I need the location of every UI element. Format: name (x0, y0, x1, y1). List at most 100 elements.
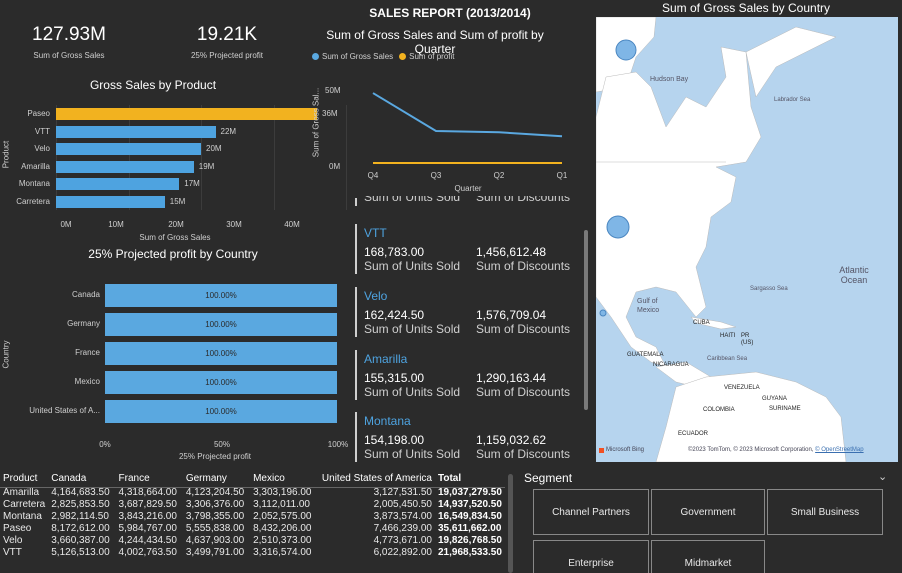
table-row: Velo 3,660,387.00 4,244,434.50 4,637,903.00… (0, 534, 505, 546)
x-tick-label: Q2 (494, 171, 505, 180)
projected-by-country-tick: 50% (213, 440, 230, 449)
map-attribution-bing: Microsoft Bing (599, 447, 644, 453)
map-visual[interactable] (596, 17, 898, 462)
bar-data-label: 22M (220, 126, 237, 136)
sales-matrix: Product Canada France Germany Mexico Uni… (0, 470, 505, 573)
segment-button-enterprise[interactable]: Enterprise (533, 540, 649, 573)
map-label: ECUADOR (678, 431, 709, 437)
bar-velo[interactable] (56, 143, 201, 155)
legend-label-profit: Sum of profit (409, 52, 455, 61)
matrix-cell: 2,825,853.50 (51, 498, 110, 510)
bar-category-label: Canada (71, 290, 100, 299)
map-label: COLOMBIA (703, 407, 735, 413)
matrix-cell: Paseo (3, 522, 32, 534)
card-units-value: 162,424.50 (364, 308, 425, 322)
gross-by-product-tick: 10M (108, 220, 124, 229)
map-label: Hudson Bay (650, 76, 689, 83)
quarter-chart-svg: Q4 Q3 Q2 Q1 (368, 92, 568, 180)
map-label: HAITI (720, 333, 736, 339)
map-label: CUBA (693, 320, 710, 326)
table-row: Carretera 2,825,853.50 3,687,829.50 3,306,3… (0, 498, 505, 510)
chevron-down-icon[interactable]: ⌄ (878, 470, 887, 483)
segment-title: Segment (524, 471, 573, 485)
bar-category-label: Germany (67, 319, 100, 328)
table-row: Paseo 8,172,612.00 5,984,767.00 5,555,838.0… (0, 522, 505, 534)
matrix-header-cell[interactable]: Canada (48, 470, 115, 486)
matrix-cell: VTT (3, 546, 22, 558)
segment-button-small-business[interactable]: Small Business (767, 489, 883, 535)
card-units: 154,198.00 Sum of Units Sold (364, 433, 474, 461)
gross-by-product-tick: 20M (168, 220, 184, 229)
matrix-cell: 4,002,763.50 (118, 546, 177, 558)
bar-category-label: Paseo (27, 109, 50, 118)
bar-vtt[interactable] (56, 125, 216, 138)
matrix-cell: Montana (3, 510, 42, 522)
map-label: SURINAME (769, 406, 801, 412)
map-label: PR (US) (741, 333, 754, 346)
bar-data-label: 100.00% (205, 291, 237, 300)
grid-line (56, 105, 57, 210)
bar-paseo[interactable] (56, 108, 317, 120)
matrix-header-cell[interactable]: France (116, 470, 183, 486)
projected-by-country-tick: 100% (327, 440, 349, 449)
cards-scrollbar[interactable] (584, 230, 588, 410)
card-accent (355, 224, 357, 274)
card-product-name: Amarilla (364, 352, 408, 366)
segment-button-midmarket[interactable]: Midmarket (651, 540, 765, 573)
card-discounts-label: Sum of Discounts (476, 385, 571, 399)
matrix-header-cell[interactable]: United States of America (317, 470, 435, 486)
matrix-cell: 2,052,575.00 (253, 510, 312, 522)
card-units-label: Sum of Units Sold (364, 447, 461, 461)
gross-by-product-chart: Paseo 36M VTT 22M Velo 20M Amarilla 19M Montana 1… (0, 105, 347, 215)
map-label: Caribbean Sea (707, 356, 748, 362)
bar-carretera[interactable] (56, 195, 165, 208)
map-footer-right: ©2023 TomTom, © 2023 Microsoft Corporati… (688, 447, 814, 453)
grid-line (128, 105, 130, 210)
map-label: Gulf of Mexico (637, 298, 660, 314)
bar-data-label: 100.00% (205, 320, 237, 329)
matrix-cell: 3,687,829.50 (118, 498, 177, 510)
card-discounts-label: Sum of Discounts (476, 322, 571, 336)
matrix-cell: 5,555,838.00 (185, 522, 245, 534)
quarter-chart-ylabel: Sum of Gross Sal... (311, 87, 321, 158)
kpi-projected-profit-value: 19.21K (196, 24, 258, 45)
card-discounts-value: 1,456,612.48 (476, 245, 547, 259)
quarter-ytick: 0M (329, 162, 341, 171)
projected-by-country-title: 25% Projected profit by Country (88, 247, 258, 261)
map-label: NICARAGUA (653, 362, 689, 368)
matrix-header-cell[interactable]: Mexico (250, 470, 317, 486)
segment-button-channel-partners[interactable]: Channel Partners (533, 489, 649, 535)
quarter-chart-xlabel: Quarter (454, 184, 482, 193)
card-units: 155,315.00 Sum of Units Sold (364, 371, 474, 399)
bar-amarilla[interactable] (56, 160, 194, 173)
segment-button-government[interactable]: Government (651, 489, 765, 535)
map-label: Labrador Sea (774, 97, 811, 103)
bar-montana[interactable] (56, 178, 180, 190)
bar-data-label: 17M (184, 179, 200, 188)
card-discounts-value: 1,290,163.44 (476, 371, 547, 385)
matrix-cell: 3,843,216.00 (118, 510, 177, 522)
kpi-gross-sales-value: 127.93M (32, 24, 106, 45)
series-line-sum-of-gross-sales[interactable] (372, 92, 563, 138)
openstreetmap-link[interactable]: © OpenStreetMap (815, 447, 863, 453)
matrix-header-cell[interactable]: Product (0, 470, 48, 486)
matrix-cell: 3,660,387.00 (51, 534, 110, 546)
gross-by-product-title: Gross Sales by Product (89, 78, 217, 92)
map-label: Sargasso Sea (750, 286, 788, 292)
matrix-cell: 2,982,114.50 (51, 510, 109, 522)
matrix-scrollbar[interactable] (508, 474, 513, 573)
partial-discounts-label: Sum of Discounts (476, 196, 571, 204)
x-tick-label: Q3 (431, 171, 442, 180)
x-tick-label: Q1 (557, 171, 568, 180)
matrix-header-divider (0, 487, 505, 488)
matrix-cell: 5,984,767.00 (118, 522, 177, 534)
bar-category-label: Carretera (16, 196, 50, 206)
matrix-header-cell[interactable]: Total (435, 470, 505, 486)
card-discounts: 1,576,709.04 Sum of Discounts (476, 308, 586, 336)
card-discounts-label: Sum of Discounts (476, 447, 571, 461)
table-row: VTT 5,126,513.00 4,002,763.50 3,499,791.00 3… (0, 546, 505, 558)
matrix-header-cell[interactable]: Germany (183, 470, 250, 486)
cards-partial-row: Sum of Units Sold Sum of Discounts (352, 196, 587, 208)
card-units-label: Sum of Units Sold (364, 322, 461, 336)
card-units-label: Sum of Units Sold (364, 385, 461, 399)
